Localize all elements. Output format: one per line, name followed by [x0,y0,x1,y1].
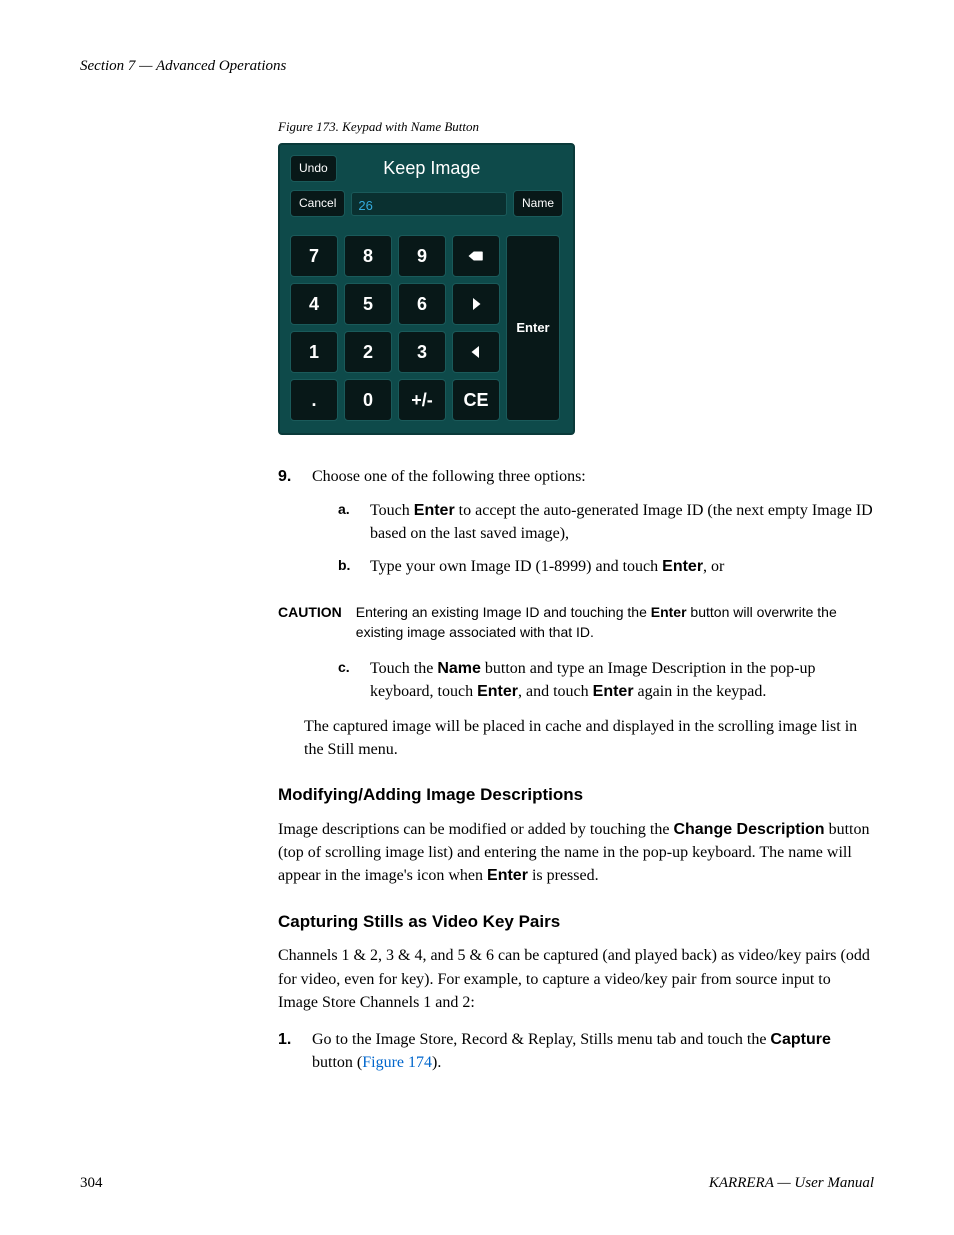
capture-heading: Capturing Stills as Video Key Pairs [278,910,874,935]
step-9b-text: Type your own Image ID (1-8999) and touc… [370,555,724,578]
footer-right: KARRERA — User Manual [709,1173,874,1195]
caution-text: Entering an existing Image ID and touchi… [356,602,874,643]
backspace-icon[interactable] [452,235,500,277]
step-9-text: Choose one of the following three option… [312,468,586,485]
step-9c-number: c. [338,657,356,703]
figure-174-link[interactable]: Figure 174 [362,1054,432,1071]
capture-intro: Channels 1 & 2, 3 & 4, and 5 & 6 can be … [278,944,874,1014]
enter-button[interactable]: Enter [506,235,560,421]
key-6[interactable]: 6 [398,283,446,325]
modify-paragraph: Image descriptions can be modified or ad… [278,818,874,888]
step-9b-number: b. [338,555,356,578]
key-9[interactable]: 9 [398,235,446,277]
step-9a-text: Touch Enter to accept the auto-generated… [370,499,874,545]
capture-step1-text: Go to the Image Store, Record & Replay, … [312,1028,874,1074]
name-button[interactable]: Name [513,190,563,217]
step-result: The captured image will be placed in cac… [304,715,874,761]
modify-heading: Modifying/Adding Image Descriptions [278,783,874,808]
page-header: Section 7 — Advanced Operations [80,56,874,78]
keypad-panel: Undo Keep Image Cancel 26 Name 7 8 9 4 5… [278,143,575,436]
page-number: 304 [80,1173,103,1195]
key-4[interactable]: 4 [290,283,338,325]
keypad-title: Keep Image [337,155,527,181]
cancel-button[interactable]: Cancel [290,190,345,217]
key-0[interactable]: 0 [344,379,392,421]
arrow-left-icon[interactable] [452,331,500,373]
step-9a-number: a. [338,499,356,545]
caution-label: CAUTION [278,602,342,643]
key-2[interactable]: 2 [344,331,392,373]
key-1[interactable]: 1 [290,331,338,373]
key-ce[interactable]: CE [452,379,500,421]
key-5[interactable]: 5 [344,283,392,325]
capture-step1-number: 1. [278,1028,298,1074]
key-3[interactable]: 3 [398,331,446,373]
key-dot[interactable]: . [290,379,338,421]
key-8[interactable]: 8 [344,235,392,277]
arrow-right-icon[interactable] [452,283,500,325]
key-7[interactable]: 7 [290,235,338,277]
figure-caption: Figure 173. Keypad with Name Button [278,118,874,137]
key-plusminus[interactable]: +/- [398,379,446,421]
undo-button[interactable]: Undo [290,155,337,182]
step-9c-text: Touch the Name button and type an Image … [370,657,874,703]
keypad-input[interactable]: 26 [351,192,507,216]
step-9-number: 9. [278,465,298,588]
